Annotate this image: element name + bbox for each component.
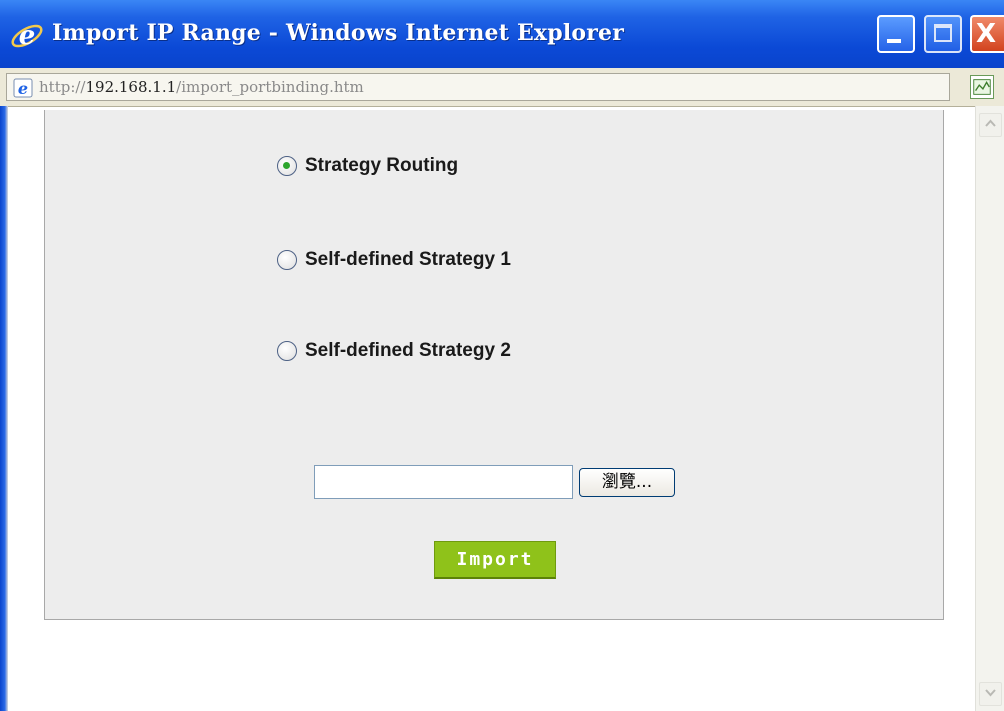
ie-page-icon: e <box>13 78 33 98</box>
maximize-icon <box>934 24 952 42</box>
address-bar: e http://192.168.1.1/import_portbinding.… <box>0 68 1004 107</box>
svg-text:e: e <box>18 79 28 98</box>
minimize-button[interactable] <box>877 15 915 53</box>
vertical-scrollbar[interactable] <box>975 106 1004 711</box>
scroll-up-button[interactable] <box>979 113 1002 137</box>
url-text: http://192.168.1.1/import_portbinding.ht… <box>39 78 364 96</box>
close-button[interactable]: X <box>970 15 1004 53</box>
window-title: Import IP Range - Windows Internet Explo… <box>52 20 625 46</box>
close-icon: X <box>976 19 997 49</box>
compatibility-view-icon[interactable] <box>970 75 994 99</box>
chevron-down-icon <box>985 689 996 697</box>
file-path-input[interactable] <box>314 465 573 499</box>
chevron-up-icon <box>985 119 996 127</box>
option-strategy-routing[interactable]: Strategy Routing <box>277 155 458 177</box>
browse-button[interactable]: 瀏覽... <box>579 468 675 497</box>
window-frame-left <box>0 106 8 711</box>
import-button[interactable]: Import <box>434 541 556 579</box>
option-self-defined-strategy-2[interactable]: Self-defined Strategy 2 <box>277 340 511 362</box>
self-defined-strategy-2-radio[interactable] <box>277 341 297 361</box>
strategy-routing-radio[interactable] <box>277 156 297 176</box>
url-field[interactable]: e http://192.168.1.1/import_portbinding.… <box>6 73 950 101</box>
url-prefix: http:// <box>39 78 86 96</box>
internet-explorer-icon: e <box>11 21 43 51</box>
minimize-icon <box>887 39 901 43</box>
self-defined-strategy-2-label: Self-defined Strategy 2 <box>305 340 511 361</box>
scroll-down-button[interactable] <box>979 682 1002 706</box>
maximize-button[interactable] <box>924 15 962 53</box>
window-titlebar[interactable]: e Import IP Range - Windows Internet Exp… <box>0 0 1004 69</box>
self-defined-strategy-1-radio[interactable] <box>277 250 297 270</box>
url-path: /import_portbinding.htm <box>176 78 364 96</box>
strategy-routing-label: Strategy Routing <box>305 155 459 176</box>
url-host: 192.168.1.1 <box>85 78 177 96</box>
option-self-defined-strategy-1[interactable]: Self-defined Strategy 1 <box>277 249 511 271</box>
svg-text:e: e <box>19 21 36 51</box>
self-defined-strategy-1-label: Self-defined Strategy 1 <box>305 249 511 270</box>
